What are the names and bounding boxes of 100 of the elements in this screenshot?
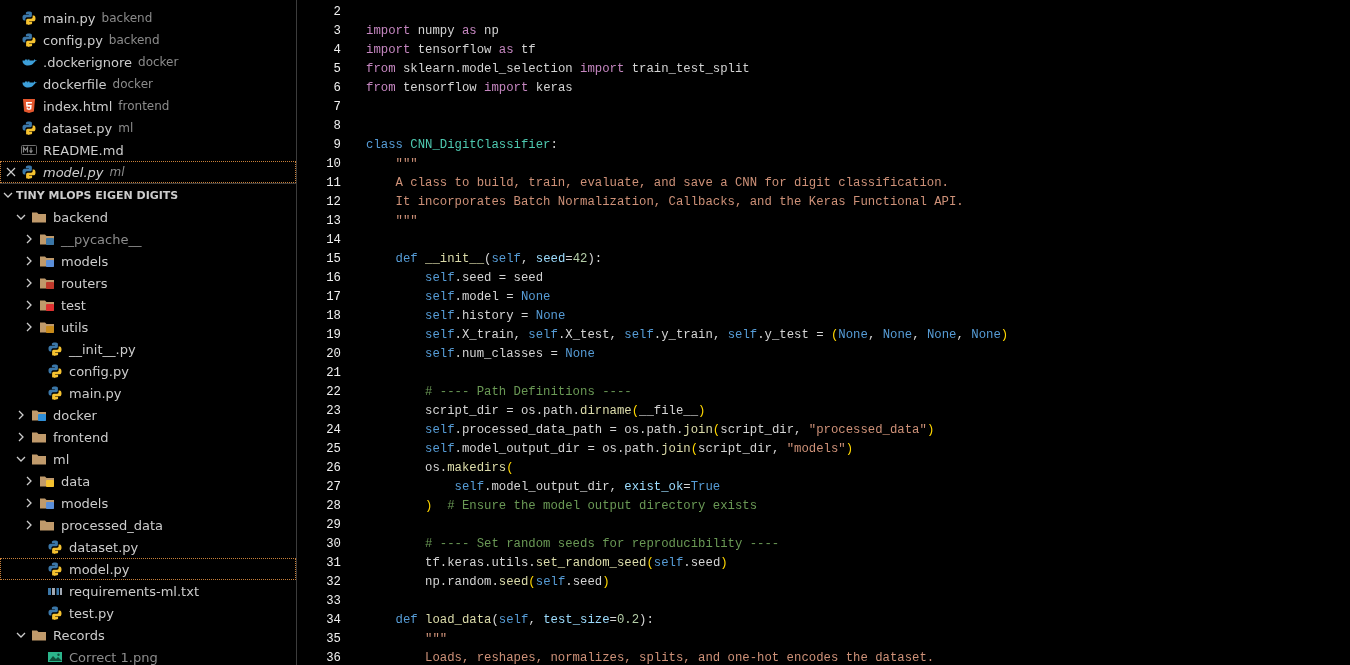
line-number: 18 [325, 308, 341, 325]
line-number: 26 [325, 460, 341, 477]
folder-item[interactable]: utils [0, 316, 296, 338]
line-number: 9 [332, 137, 341, 154]
open-editor-item[interactable]: dockerfile docker [0, 73, 296, 95]
code-line: self.history = None [424, 308, 566, 325]
line-number: 17 [325, 289, 341, 306]
python-icon [47, 605, 63, 621]
python-icon [47, 539, 63, 555]
open-editor-item[interactable]: main.py backend [0, 7, 296, 29]
python-icon [47, 561, 63, 577]
open-editor-item[interactable]: dataset.py ml [0, 117, 296, 139]
code-line: self.model_output_dir = os.path.join(script_dir, "models") [424, 441, 854, 458]
line-number: 4 [332, 42, 341, 59]
line-number: 19 [325, 327, 341, 344]
folder-item[interactable]: test [0, 294, 296, 316]
folder-item[interactable]: data [0, 470, 296, 492]
folder-item[interactable]: frontend [0, 426, 296, 448]
code-line: self.model_output_dir, exist_ok=True [453, 479, 721, 496]
line-number: 15 [325, 251, 341, 268]
open-editor-item[interactable]: .dockerignore docker [0, 51, 296, 73]
line-number: 2 [332, 4, 341, 21]
code-line: import tensorflow as tf [366, 42, 536, 59]
file-item[interactable]: config.py [0, 360, 296, 382]
line-number: 29 [325, 517, 341, 534]
code-line: script_dir = os.path.dirname(__file__) [424, 403, 706, 420]
line-number: 13 [325, 213, 341, 230]
open-editor-item[interactable]: index.html frontend [0, 95, 296, 117]
file-item[interactable]: dataset.py [0, 536, 296, 558]
line-number: 6 [332, 80, 341, 97]
line-number: 5 [332, 61, 341, 78]
html-icon [21, 98, 37, 114]
code-line: """ [424, 631, 448, 648]
file-item[interactable]: model.py [0, 558, 296, 580]
line-number: 10 [325, 156, 341, 173]
code-line: """ [394, 213, 418, 230]
python-icon [21, 120, 37, 136]
code-line: def load_data(self, test_size=0.2): [394, 612, 654, 629]
code-line: """ [394, 156, 418, 173]
code-line: # ---- Path Definitions ---- [424, 384, 632, 401]
line-number: 12 [325, 194, 341, 211]
python-icon [21, 10, 37, 26]
line-number: 8 [332, 118, 341, 135]
code-line: os.makedirs( [424, 460, 514, 477]
line-number: 20 [325, 346, 341, 363]
code-line: Loads, reshapes, normalizes, splits, and one-hot encodes the dataset. [424, 650, 935, 665]
code-line: np.random.seed(self.seed) [424, 574, 610, 591]
line-number: 31 [325, 555, 341, 572]
code-line: self.num_classes = None [424, 346, 595, 363]
code-line: It incorporates Batch Normalization, Callbacks, and the Keras Functional API. [394, 194, 964, 211]
folder-item[interactable]: Records [0, 624, 296, 646]
line-number: 24 [325, 422, 341, 439]
code-line: from sklearn.model_selection import train_test_split [366, 61, 750, 78]
line-number: 16 [325, 270, 341, 287]
code-line: import numpy as np [366, 23, 499, 40]
line-number: 28 [325, 498, 341, 515]
markdown-icon [21, 142, 37, 158]
line-number: 27 [325, 479, 341, 496]
code-line: def __init__(self, seed=42): [394, 251, 603, 268]
file-item[interactable]: main.py [0, 382, 296, 404]
close-icon[interactable] [4, 165, 18, 179]
open-editor-item[interactable]: README.md [0, 139, 296, 161]
line-number: 35 [325, 631, 341, 648]
line-number: 3 [332, 23, 341, 40]
line-number: 34 [325, 612, 341, 629]
file-item[interactable]: test.py [0, 602, 296, 624]
line-number: 22 [325, 384, 341, 401]
code-line: class CNN_DigitClassifier: [366, 137, 558, 154]
code-line: self.seed = seed [424, 270, 544, 287]
folder-item[interactable]: ml [0, 448, 296, 470]
folder-item[interactable]: routers [0, 272, 296, 294]
folder-item[interactable]: models [0, 492, 296, 514]
line-number: 25 [325, 441, 341, 458]
line-number: 7 [332, 99, 341, 116]
file-item[interactable]: Correct 1.png [0, 646, 296, 665]
folder-item[interactable]: docker [0, 404, 296, 426]
line-number: 30 [325, 536, 341, 553]
folder-item[interactable]: __pycache__ [0, 228, 296, 250]
folder-item[interactable]: processed_data [0, 514, 296, 536]
image-icon [47, 649, 63, 665]
folder-item[interactable]: backend [0, 206, 296, 228]
code-line: ) # Ensure the model output directory exists [424, 498, 758, 515]
file-item[interactable]: __init__.py [0, 338, 296, 360]
line-number: 14 [325, 232, 341, 249]
explorer-section-header[interactable]: TINY MLOPS EIGEN DIGITS [0, 183, 296, 206]
code-line: from tensorflow import keras [366, 80, 573, 97]
open-editor-item[interactable]: model.py ml [0, 161, 296, 183]
python-icon [21, 32, 37, 48]
line-number: 32 [325, 574, 341, 591]
folder-item[interactable]: models [0, 250, 296, 272]
python-icon [47, 385, 63, 401]
python-icon [47, 363, 63, 379]
code-line: self.model = None [424, 289, 551, 306]
file-item[interactable]: requirements-ml.txt [0, 580, 296, 602]
python-icon [47, 341, 63, 357]
open-editor-item[interactable]: config.py backend [0, 29, 296, 51]
code-line: A class to build, train, evaluate, and save a CNN for digit classification. [394, 175, 949, 192]
line-number: 36 [325, 650, 341, 665]
line-number: 11 [325, 175, 341, 192]
code-line: tf.keras.utils.set_random_seed(self.seed) [424, 555, 728, 572]
